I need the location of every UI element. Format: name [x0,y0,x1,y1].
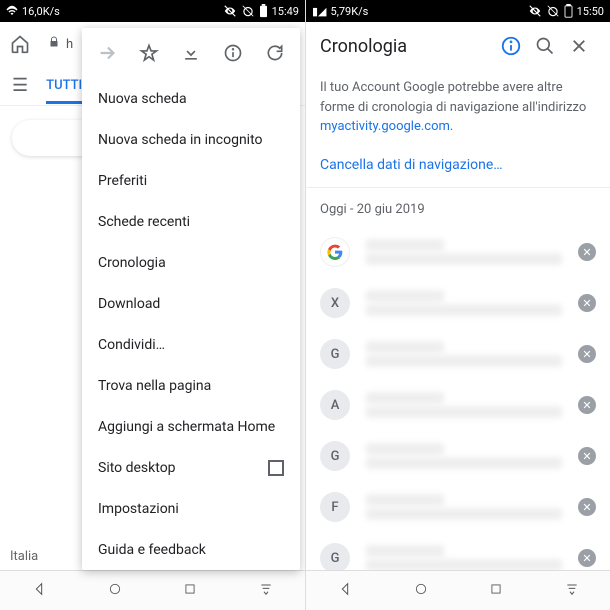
menu-desktop-site[interactable]: Sito desktop [82,447,300,488]
item-body [366,288,562,318]
menu-download[interactable]: Download [82,283,300,324]
site-badge: G [320,543,350,573]
nav-home-icon[interactable] [414,581,428,600]
menu-find[interactable]: Trova nella pagina [82,365,300,406]
history-item[interactable]: A✕ [320,380,596,431]
status-time: 15:49 [272,5,299,18]
item-body [366,543,562,573]
nav-extra-icon[interactable] [258,581,274,601]
history-item[interactable]: G✕ [320,329,596,380]
nav-back-icon[interactable] [31,581,47,601]
page-title: Cronologia [320,36,494,57]
site-badge: G [320,441,350,471]
item-body [366,339,562,369]
eye-off-icon [528,4,542,18]
status-bar: 16,0K/s 15:49 [0,0,305,22]
menu-recent-tabs[interactable]: Schede recenti [82,201,300,242]
history-item[interactable]: ✕ [320,227,596,278]
delete-button[interactable]: ✕ [578,549,596,567]
home-icon[interactable] [8,34,32,54]
android-nav [0,570,305,610]
url-text: h [66,37,73,52]
tab-all[interactable]: TUTTI [46,78,82,104]
item-body [366,441,562,471]
item-body [366,492,562,522]
history-list: ✕X✕G✕A✕G✕F✕G✕ [306,227,610,584]
close-icon[interactable] [562,37,596,55]
history-item[interactable]: X✕ [320,278,596,329]
site-badge: A [320,390,350,420]
clear-browsing-data-link[interactable]: Cancella dati di navigazione… [306,141,610,187]
nav-back-icon[interactable] [337,581,353,601]
date-label: Oggi - 20 giu 2019 [306,188,610,227]
item-body [366,390,562,420]
eye-off-icon [223,4,237,18]
lock-icon [48,36,60,52]
alarm-off-icon [546,4,560,18]
nav-extra-icon[interactable] [564,581,580,601]
delete-button[interactable]: ✕ [578,396,596,414]
status-time-right: 15:50 [577,5,604,18]
menu-bookmarks[interactable]: Preferiti [82,160,300,201]
hamburger-icon[interactable]: ☰ [12,75,28,96]
android-nav-right [306,570,610,610]
delete-button[interactable]: ✕ [578,447,596,465]
delete-button[interactable]: ✕ [578,243,596,261]
status-bar-right: ▮◢ 5,79K/s 15:50 [306,0,610,22]
site-badge: F [320,492,350,522]
site-badge: G [320,339,350,369]
info-icon[interactable] [494,35,528,57]
alarm-off-icon [241,4,255,18]
menu-history[interactable]: Cronologia [82,242,300,283]
chrome-menu: Nuova scheda Nuova scheda in incognito P… [82,28,300,570]
info-icon[interactable] [215,35,251,71]
info-text: Il tuo Account Google potrebbe avere alt… [306,70,610,141]
menu-add-home[interactable]: Aggiungi a schermata Home [82,406,300,447]
history-item[interactable]: G✕ [320,431,596,482]
forward-icon[interactable] [89,35,125,71]
menu-incognito[interactable]: Nuova scheda in incognito [82,119,300,160]
menu-new-tab[interactable]: Nuova scheda [82,78,300,119]
download-icon[interactable] [173,35,209,71]
nav-recent-icon[interactable] [183,581,197,600]
search-icon[interactable] [528,36,562,56]
battery-icon [259,4,268,18]
nav-recent-icon[interactable] [489,581,503,600]
menu-help[interactable]: Guida e feedback [82,529,300,570]
signal-icon: ▮◢ [312,5,327,18]
myactivity-link[interactable]: myactivity.google.com [320,119,450,134]
site-badge: X [320,288,350,318]
footer-country: Italia [10,549,38,564]
wifi-icon [6,5,18,17]
history-item[interactable]: F✕ [320,482,596,533]
status-speed-right: 5,79K/s [331,5,369,18]
desktop-checkbox[interactable] [268,460,284,476]
delete-button[interactable]: ✕ [578,294,596,312]
delete-button[interactable]: ✕ [578,345,596,363]
site-badge [320,237,350,267]
screen-left: 16,0K/s 15:49 h ☰ TUTTI [0,0,305,610]
item-body [366,237,562,267]
menu-share[interactable]: Condividi… [82,324,300,365]
nav-home-icon[interactable] [108,581,122,600]
star-icon[interactable] [131,35,167,71]
history-header: Cronologia [306,22,610,70]
battery-icon [564,4,573,18]
screen-right: ▮◢ 5,79K/s 15:50 Cronologia Il tuo Accou… [305,0,610,610]
delete-button[interactable]: ✕ [578,498,596,516]
menu-settings[interactable]: Impostazioni [82,488,300,529]
refresh-icon[interactable] [257,35,293,71]
status-speed: 16,0K/s [22,5,60,18]
